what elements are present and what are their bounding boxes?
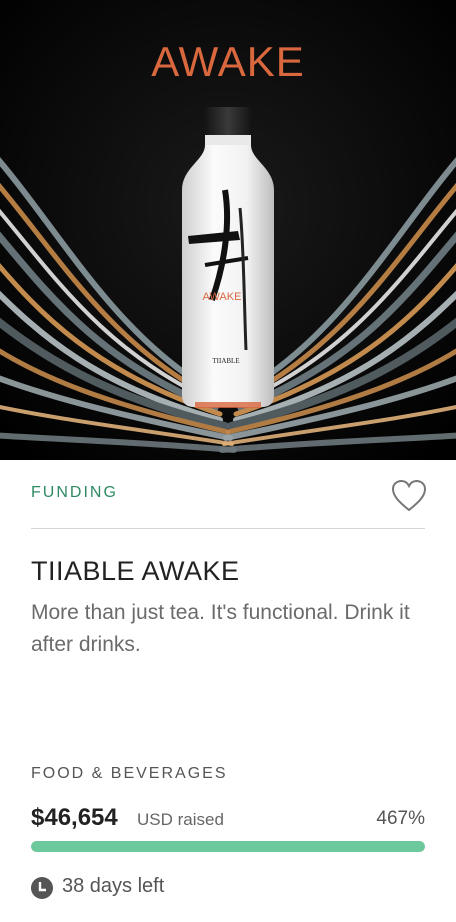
percent-funded: 467% xyxy=(376,808,425,829)
progress-bar xyxy=(31,841,425,852)
funding-summary: $46,654 USD raised 467% xyxy=(31,804,425,834)
category-label: FOOD & BEVERAGES xyxy=(31,765,228,782)
days-left: 38 days left xyxy=(62,875,165,897)
card-body: FUNDING TIIABLE AWAKE More than just tea… xyxy=(31,460,427,922)
hero-brand-text: AWAKE xyxy=(151,38,305,85)
currency-label: USD raised xyxy=(137,810,224,829)
clock-icon xyxy=(31,877,53,899)
svg-text:TIIABLE: TIIABLE xyxy=(212,357,239,365)
amount-raised: $46,654 xyxy=(31,804,118,831)
campaign-tagline: More than just tea. It's functional. Dri… xyxy=(31,601,410,656)
campaign-title[interactable]: TIIABLE AWAKE xyxy=(31,556,240,587)
progress-fill xyxy=(31,841,425,852)
status-row: FUNDING xyxy=(31,460,427,529)
heart-icon[interactable] xyxy=(391,479,427,513)
hero-image[interactable]: AWAKE TIIABLE AWAKE xyxy=(0,0,456,460)
svg-text:AWAKE: AWAKE xyxy=(203,291,242,303)
status-label: FUNDING xyxy=(31,484,118,501)
campaign-card[interactable]: AWAKE TIIABLE AWAKE FUNDING TIIABLE AWAK… xyxy=(0,0,456,922)
